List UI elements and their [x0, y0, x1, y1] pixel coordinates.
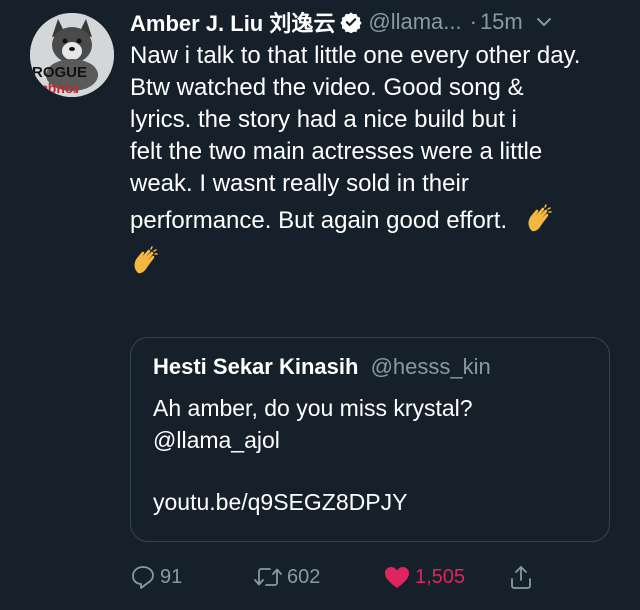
- retweet-icon: [254, 568, 282, 586]
- tweet-line: Btw watched the video. Good song &: [130, 74, 524, 101]
- tweet-content: Amber J. Liu 刘逸云 @llama... · 15m Naw i t…: [130, 6, 630, 284]
- retweet-button[interactable]: 602: [253, 564, 383, 590]
- author-display-name[interactable]: Amber J. Liu 刘逸云: [130, 6, 335, 38]
- tweet-line: performance. But again good effort.: [130, 207, 508, 234]
- reply-icon: [132, 566, 154, 589]
- heart-icon: [385, 567, 409, 588]
- reply-count: 91: [160, 565, 183, 588]
- verified-badge-icon: [340, 12, 362, 33]
- author-handle[interactable]: @llama...: [368, 9, 461, 35]
- like-count: 1,505: [415, 565, 466, 588]
- tweet-paragraph: Naw i talk to that little one every othe…: [130, 42, 581, 69]
- tweet-line: lyrics. the story had a nice build but i: [130, 106, 517, 133]
- share-icon: [511, 566, 531, 589]
- avatar-text-bottom: ɐbnoɹ: [39, 80, 79, 96]
- reply-button[interactable]: 91: [130, 564, 253, 590]
- share-button[interactable]: [508, 564, 538, 590]
- like-button[interactable]: 1,505: [383, 564, 508, 590]
- avatar-image: ROGUE ɐbnoɹ: [30, 13, 114, 97]
- quoted-link: youtu.be/q9SEGZ8DPJY: [153, 489, 408, 515]
- clapping-hands-emoji: [134, 246, 158, 274]
- quoted-text-line: Ah amber, do you miss krystal?: [153, 395, 473, 421]
- retweet-count: 602: [287, 565, 321, 588]
- avatar[interactable]: ROGUE ɐbnoɹ: [30, 13, 114, 97]
- quoted-tweet[interactable]: Hesti Sekar Kinasih @hesss_kin Ah amber,…: [130, 337, 610, 542]
- clapping-hands-emoji: [528, 204, 552, 232]
- tweet-line: felt the two main actresses were a littl…: [130, 138, 543, 165]
- tweet: ROGUE ɐbnoɹ Amber J. Liu 刘逸云 @llama... ·…: [0, 0, 640, 610]
- tweet-header: Amber J. Liu 刘逸云 @llama... · 15m: [130, 6, 630, 38]
- avatar-text-top: ROGUE: [32, 64, 87, 81]
- tweet-line-with-emoji: performance. But again good effort.: [130, 200, 630, 242]
- quoted-spacer: [153, 456, 587, 486]
- tweet-actions: 91 602 1,505: [130, 560, 610, 594]
- quoted-tweet-header: Hesti Sekar Kinasih @hesss_kin: [153, 354, 587, 380]
- quoted-author-handle: @hesss_kin: [370, 354, 491, 379]
- chevron-down-icon[interactable]: [535, 13, 553, 31]
- quoted-mention: @llama_ajol: [153, 427, 280, 453]
- tweet-line-emoji-only: [130, 242, 630, 284]
- tweet-body: Naw i talk to that little one every othe…: [130, 40, 630, 284]
- quoted-tweet-body: Ah amber, do you miss krystal? @llama_aj…: [153, 392, 587, 518]
- time-separator: ·: [469, 9, 477, 34]
- tweet-timestamp[interactable]: 15m: [480, 9, 523, 35]
- tweet-line: weak. I wasnt really sold in their: [130, 170, 469, 197]
- quoted-author-name: Hesti Sekar Kinasih: [153, 354, 359, 379]
